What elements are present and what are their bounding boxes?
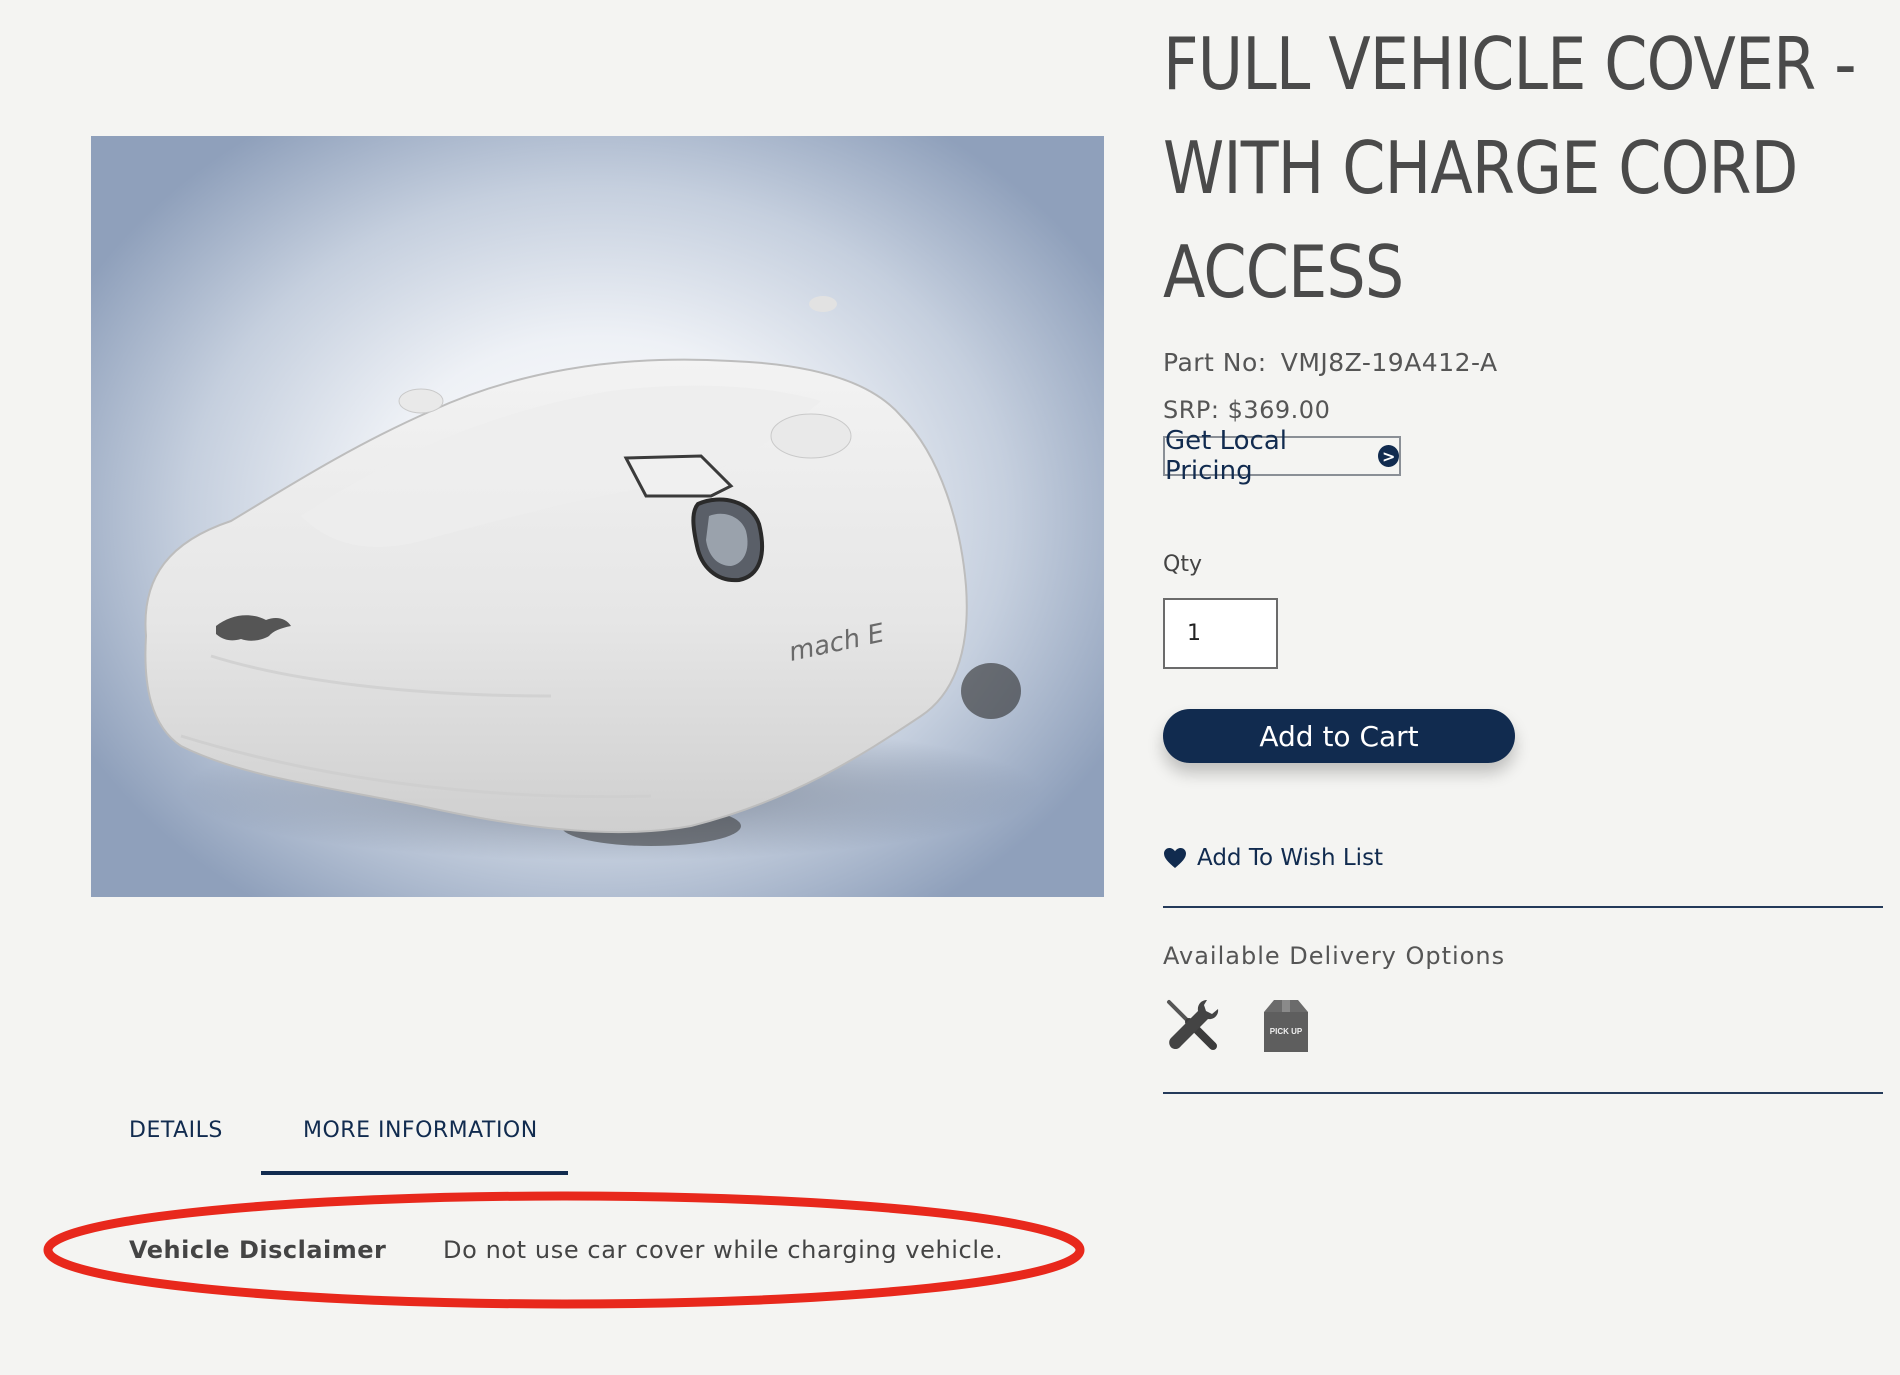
highlight-annotation-ellipse (43, 1191, 1085, 1309)
divider (1163, 1092, 1883, 1094)
part-number-label: Part No: (1163, 348, 1267, 377)
pickup-box-icon: PICK UP (1264, 1000, 1308, 1052)
product-image[interactable]: mach E (91, 136, 1104, 897)
srp-price: SRP: $369.00 (1163, 396, 1331, 424)
chevron-right-icon: > (1378, 445, 1399, 467)
active-tab-indicator (261, 1171, 568, 1175)
qty-label: Qty (1163, 552, 1202, 577)
get-local-pricing-link[interactable]: Get Local Pricing > (1163, 426, 1401, 486)
covered-car-illustration: mach E (144, 296, 1041, 861)
product-title: FULL VEHICLE COVER - WITH CHARGE CORD AC… (1163, 22, 1857, 314)
wrench-screwdriver-icon (1167, 1000, 1219, 1050)
pickup-icon-label: PICK UP (1270, 1027, 1303, 1036)
add-to-cart-button[interactable]: Add to Cart (1163, 709, 1515, 763)
heart-icon (1164, 848, 1186, 868)
divider (1163, 906, 1883, 908)
add-to-wish-list-link[interactable]: Add To Wish List (1163, 845, 1383, 871)
qty-input[interactable] (1163, 598, 1278, 669)
part-number: Part No: VMJ8Z-19A412-A (1163, 348, 1498, 377)
part-number-value: VMJ8Z-19A412-A (1280, 348, 1498, 377)
tab-more-information[interactable]: MORE INFORMATION (303, 1118, 538, 1143)
wish-list-label: Add To Wish List (1197, 845, 1384, 871)
tab-details[interactable]: DETAILS (129, 1118, 223, 1143)
delivery-options-heading: Available Delivery Options (1163, 942, 1506, 970)
get-local-pricing-label: Get Local Pricing (1165, 426, 1287, 486)
